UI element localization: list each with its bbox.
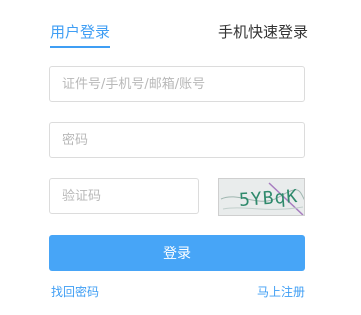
register-link[interactable]: 马上注册 — [257, 284, 305, 300]
captcha-image[interactable]: 5YBqK — [218, 178, 305, 216]
login-panel: 用户登录 手机快速登录 5YBqK 登录 找回密码 马上注册 — [0, 0, 361, 315]
login-button[interactable]: 登录 — [49, 235, 305, 271]
active-tab-underline — [50, 46, 111, 48]
tab-phone-login-label: 手机快速登录 — [218, 23, 309, 41]
account-input[interactable] — [49, 66, 305, 102]
tab-phone-login[interactable]: 手机快速登录 — [218, 22, 308, 42]
tab-user-login-label: 用户登录 — [50, 23, 111, 41]
captcha-input[interactable] — [49, 178, 199, 214]
password-input[interactable] — [49, 122, 305, 158]
forgot-password-link[interactable]: 找回密码 — [51, 284, 99, 300]
captcha-text: 5YBqK — [238, 185, 299, 212]
tab-user-login[interactable]: 用户登录 — [50, 22, 111, 48]
